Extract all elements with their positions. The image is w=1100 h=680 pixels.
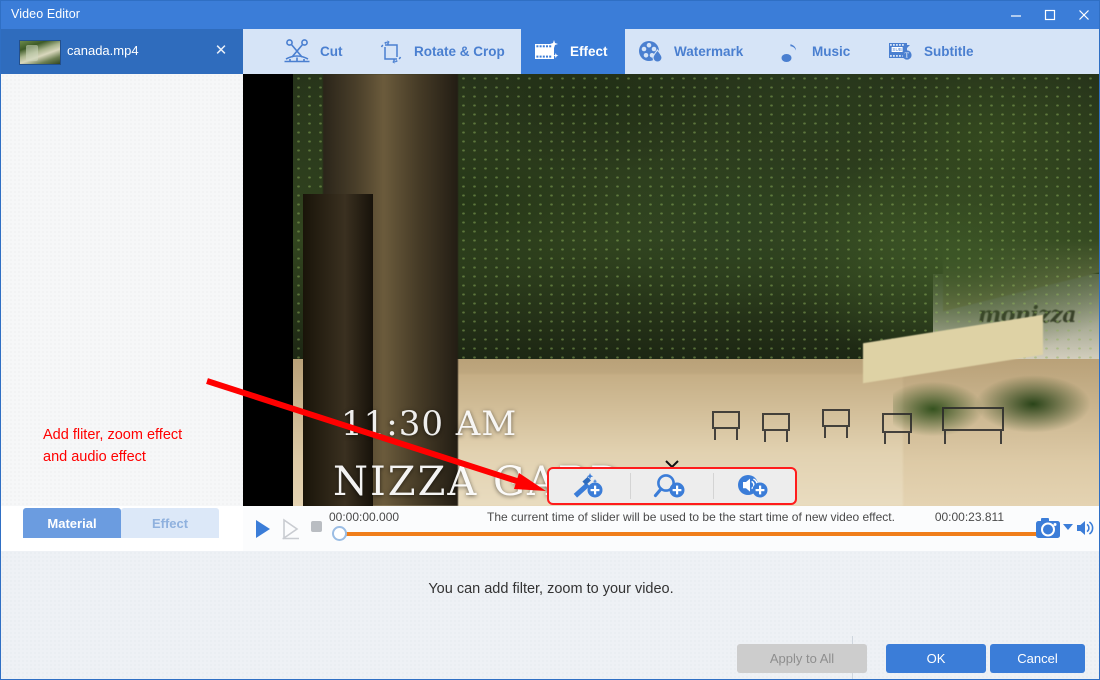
tab-effect-label: Effect <box>570 44 608 59</box>
add-filter-button[interactable] <box>549 469 630 503</box>
tab-music-label: Music <box>812 44 851 59</box>
window-controls <box>999 1 1099 29</box>
annotation-line-2: and audio effect <box>43 449 146 465</box>
tab-subtitle-label: Subtitle <box>924 44 974 59</box>
bottom-message: You can add filter, zoom to your video. <box>428 581 674 597</box>
subtitle-icon: SUB T <box>887 39 915 65</box>
window-title: Video Editor <box>11 7 81 21</box>
file-tab-label: canada.mp4 <box>67 43 139 58</box>
close-icon[interactable] <box>1067 1 1099 29</box>
video-preview[interactable]: monizza 11:30 AM NIZZA GARD <box>293 74 1099 506</box>
bottom-panel: You can add filter, zoom to your video. … <box>1 551 1099 679</box>
tab-cut-label: Cut <box>320 44 343 59</box>
title-bar: Video Editor <box>1 1 1099 29</box>
left-panel-tabs: Material Effect <box>23 508 219 538</box>
file-tab[interactable]: canada.mp4 ✕ <box>1 29 243 74</box>
file-thumbnail <box>19 40 61 65</box>
tab-music[interactable]: Music <box>765 29 875 74</box>
snapshot-dropdown-caret-icon[interactable] <box>1063 524 1073 530</box>
volume-icon[interactable] <box>1075 519 1095 537</box>
music-note-icon <box>777 39 803 65</box>
scissors-icon <box>283 38 311 65</box>
annotation-line-1: Add fliter, zoom effect <box>43 427 183 443</box>
dialog-footer: Apply to All OK Cancel <box>1 636 1099 679</box>
svg-text:SUB: SUB <box>892 47 901 52</box>
effect-popup-toolbar <box>547 467 797 505</box>
editor-toolbar: Cut Rotate & Crop Effect Watermark Music… <box>243 29 1099 74</box>
preview-overlay-time: 11:30 AM <box>341 404 518 444</box>
video-stage: monizza 11:30 AM NIZZA GARD <box>243 74 1099 506</box>
tab-watermark[interactable]: Watermark <box>625 29 765 74</box>
add-zoom-button[interactable] <box>631 469 712 503</box>
cancel-button[interactable]: Cancel <box>990 644 1085 673</box>
pause-button[interactable] <box>281 518 305 540</box>
droplet-film-icon <box>637 39 665 65</box>
progress-slider-handle[interactable] <box>332 526 347 541</box>
tab-rotate-crop[interactable]: Rotate & Crop <box>365 29 521 74</box>
tab-watermark-label: Watermark <box>674 44 744 59</box>
tab-effect-left[interactable]: Effect <box>121 508 219 538</box>
player-bar: 00:00:00.000 The current time of slider … <box>243 506 1099 552</box>
rotate-crop-icon <box>377 38 405 66</box>
snapshot-icon[interactable] <box>1035 516 1061 540</box>
add-audio-effect-button[interactable] <box>714 469 795 503</box>
tab-subtitle[interactable]: SUB T Subtitle <box>875 29 995 74</box>
current-time-label: 00:00:00.000 <box>329 510 400 524</box>
total-time-label: 00:00:23.811 <box>934 510 1004 524</box>
left-panel: Add fliter, zoom effect and audio effect <box>1 74 243 506</box>
annotation-callout: Add fliter, zoom effect and audio effect <box>43 424 253 468</box>
play-button[interactable] <box>253 518 277 540</box>
maximize-icon[interactable] <box>1033 1 1067 29</box>
svg-text:T: T <box>905 51 910 59</box>
film-sparkle-icon <box>533 39 561 65</box>
tab-cut[interactable]: Cut <box>271 29 365 74</box>
tab-rotate-crop-label: Rotate & Crop <box>414 44 505 59</box>
player-hint-text: The current time of slider will be used … <box>487 510 895 524</box>
ok-button[interactable]: OK <box>886 644 986 673</box>
magnifier-plus-icon <box>653 474 685 498</box>
tab-material[interactable]: Material <box>23 508 121 538</box>
video-editor-window: Video Editor canada.mp4 ✕ Cut Rotate & C… <box>0 0 1100 680</box>
minimize-icon[interactable] <box>999 1 1033 29</box>
progress-track[interactable] <box>339 532 1041 536</box>
tab-effect[interactable]: Effect <box>521 29 625 74</box>
magic-wand-plus-icon <box>573 473 603 498</box>
file-tab-close-icon[interactable]: ✕ <box>211 41 231 61</box>
speaker-plus-icon <box>738 475 768 498</box>
apply-to-all-button[interactable]: Apply to All <box>737 644 867 673</box>
preview-chairs <box>712 407 1004 444</box>
